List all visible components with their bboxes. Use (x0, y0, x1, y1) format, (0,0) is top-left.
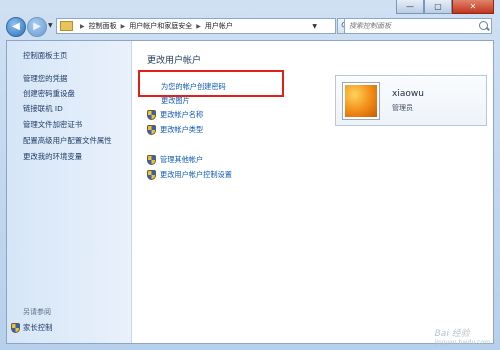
title-bar: — ▢ ✕ (0, 0, 500, 14)
sidebar-item-profile-properties[interactable]: 配置高级用户配置文件属性 (23, 135, 112, 146)
uac-shield-icon (147, 170, 156, 180)
minimize-button[interactable]: — (396, 0, 424, 14)
control-panel-window: — ▢ ✕ ◀ ▶ ▼ ▶ 控制面板 ▶ 用户帐户和家庭安全 ▶ 用户帐户 ▼ … (0, 0, 500, 350)
watermark: Bai 经验 jingyan.baidu.com (435, 326, 490, 346)
task-label: 管理其他帐户 (160, 155, 204, 164)
sidebar-item-link-online-id[interactable]: 链接联机 ID (23, 103, 63, 114)
uac-shield-icon (147, 125, 156, 135)
sidebar-item-parental-controls[interactable]: 家长控制 (11, 322, 53, 333)
user-role: 管理员 (392, 104, 413, 112)
sidebar: 控制面板主页 管理您的凭据 创建密码重设盘 链接联机 ID 管理文件加密证书 配… (7, 41, 132, 343)
address-bar[interactable]: ▶ 控制面板 ▶ 用户帐户和家庭安全 ▶ 用户帐户 ▼ (56, 18, 336, 34)
uac-shield-icon (147, 110, 156, 120)
search-icon[interactable] (479, 21, 488, 30)
search-input[interactable] (349, 22, 469, 30)
forward-button[interactable]: ▶ (27, 17, 47, 37)
watermark-text: Bai 经验 (434, 329, 470, 339)
manage-other-accounts-link[interactable]: 管理其他帐户 (147, 155, 203, 165)
sidebar-item-control-panel-home[interactable]: 控制面板主页 (23, 50, 67, 61)
search-box[interactable] (344, 18, 492, 34)
breadcrumb-separator-icon[interactable]: ▶ (121, 23, 126, 30)
breadcrumb-user-accounts-family[interactable]: 用户帐户和家庭安全 (129, 21, 192, 31)
user-name: xiaowu (392, 89, 424, 99)
maximize-button[interactable]: ▢ (424, 0, 452, 14)
task-label: 更改图片 (161, 96, 190, 105)
parental-controls-label: 家长控制 (23, 323, 53, 332)
avatar[interactable] (342, 82, 380, 120)
address-dropdown-icon[interactable]: ▼ (312, 23, 317, 30)
close-button[interactable]: ✕ (452, 0, 494, 14)
breadcrumb-separator-icon[interactable]: ▶ (80, 23, 85, 30)
sidebar-item-file-encryption-certs[interactable]: 管理文件加密证书 (23, 119, 82, 130)
uac-shield-icon (147, 155, 156, 165)
control-panel-icon (60, 21, 73, 31)
uac-settings-link[interactable]: 更改用户帐户控制设置 (147, 170, 232, 180)
see-also-heading: 另请参阅 (23, 308, 51, 316)
task-label: 更改用户帐户控制设置 (160, 170, 232, 179)
breadcrumb-separator-icon[interactable]: ▶ (196, 23, 201, 30)
user-account-card: xiaowu 管理员 (335, 75, 487, 126)
sidebar-item-create-reset-disk[interactable]: 创建密码重设盘 (23, 88, 75, 99)
uac-shield-icon (11, 322, 20, 333)
breadcrumb-control-panel[interactable]: 控制面板 (89, 21, 117, 31)
task-label: 更改帐户类型 (160, 125, 204, 134)
sidebar-item-manage-credentials[interactable]: 管理您的凭据 (23, 73, 67, 84)
window-controls: — ▢ ✕ (396, 0, 494, 14)
sidebar-item-env-variables[interactable]: 更改我的环境变量 (23, 151, 82, 162)
change-account-type-link[interactable]: 更改帐户类型 (147, 125, 203, 135)
annotation-highlight-box (138, 70, 284, 97)
page-title: 更改用户帐户 (147, 56, 202, 66)
change-picture-link[interactable]: 更改图片 (161, 96, 190, 106)
watermark-url: jingyan.baidu.com (434, 339, 490, 346)
change-account-name-link[interactable]: 更改帐户名称 (147, 110, 203, 120)
recent-pages-chevron-icon[interactable]: ▼ (48, 22, 53, 29)
flower-picture-icon (345, 85, 377, 117)
task-label: 更改帐户名称 (160, 110, 204, 119)
back-button[interactable]: ◀ (6, 17, 26, 37)
navigation-bar: ◀ ▶ ▼ ▶ 控制面板 ▶ 用户帐户和家庭安全 ▶ 用户帐户 ▼ ⟳ (0, 16, 500, 38)
breadcrumb-user-accounts[interactable]: 用户帐户 (205, 21, 233, 31)
